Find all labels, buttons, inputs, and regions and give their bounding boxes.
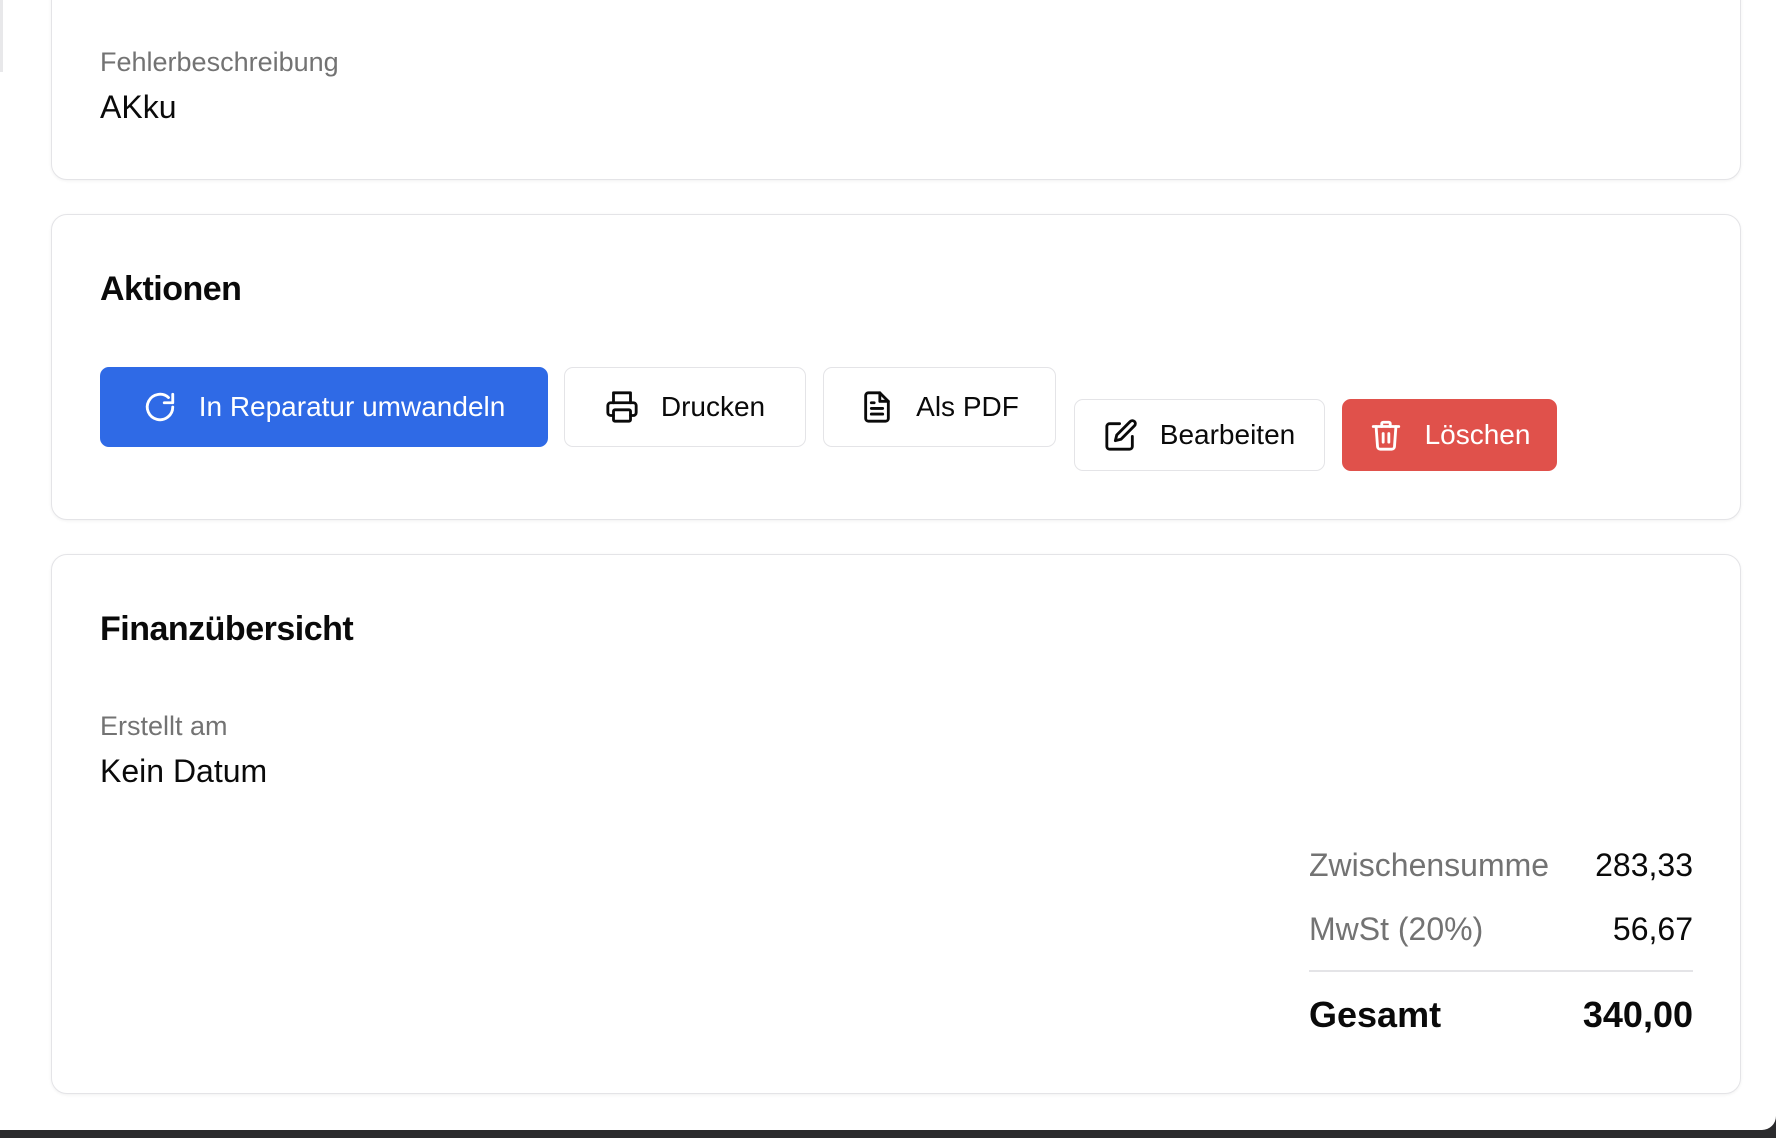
total-label: Gesamt [1309, 994, 1442, 1035]
error-description-label: Fehlerbeschreibung [100, 47, 339, 77]
created-label: Erstellt am [100, 711, 228, 741]
trash-icon [1369, 418, 1403, 452]
summary-divider [1309, 970, 1693, 972]
pdf-button[interactable]: Als PDF [823, 367, 1056, 447]
subtotal-row: Zwischensumme 283,33 [1309, 847, 1693, 884]
print-button[interactable]: Drucken [564, 367, 806, 447]
tax-label: MwSt (20%) [1309, 911, 1484, 947]
page-viewport: Fehlerbeschreibung AKku Aktionen In Repa… [0, 0, 1776, 1130]
convert-to-repair-button[interactable]: In Reparatur umwandeln [100, 367, 548, 447]
convert-button-label: In Reparatur umwandeln [198, 391, 506, 422]
delete-button[interactable]: Löschen [1342, 399, 1557, 471]
actions-card: Aktionen In Reparatur umwandeln Drucken [51, 214, 1741, 520]
total-value: 340,00 [1582, 994, 1693, 1035]
actions-title: Aktionen [100, 270, 242, 308]
total-row: Gesamt 340,00 [1309, 994, 1693, 1036]
edit-button-label: Bearbeiten [1159, 419, 1296, 450]
error-description-value: AKku [100, 89, 177, 125]
printer-icon [605, 390, 639, 424]
document-icon [860, 390, 894, 424]
pdf-button-label: Als PDF [916, 391, 1019, 422]
edit-button[interactable]: Bearbeiten [1074, 399, 1325, 471]
created-value: Kein Datum [100, 753, 268, 789]
tax-value: 56,67 [1612, 911, 1693, 947]
delete-button-label: Löschen [1424, 419, 1531, 450]
edit-icon [1104, 418, 1138, 452]
finance-card: Finanzübersicht Erstellt am Kein Datum Z… [51, 554, 1741, 1094]
subtotal-value: 283,33 [1595, 847, 1693, 883]
finance-title: Finanzübersicht [100, 610, 354, 648]
refresh-icon [143, 390, 177, 424]
window-edge [0, 0, 3, 72]
print-button-label: Drucken [660, 391, 766, 422]
tax-row: MwSt (20%) 56,67 [1309, 911, 1693, 948]
details-card: Fehlerbeschreibung AKku [51, 0, 1741, 180]
subtotal-label: Zwischensumme [1309, 847, 1550, 883]
